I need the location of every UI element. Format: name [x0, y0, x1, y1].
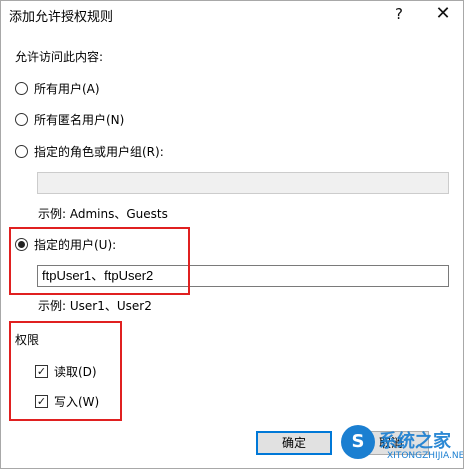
radio-label: 指定的角色或用户组(R):	[34, 145, 164, 159]
radio-circle[interactable]	[15, 238, 28, 251]
permissions-heading: 权限	[15, 333, 40, 347]
radio-label: 指定的用户(U):	[34, 238, 117, 252]
users-input[interactable]: ftpUser1、ftpUser2	[37, 265, 449, 287]
ok-button[interactable]: 确定	[256, 431, 332, 455]
help-icon: ?	[395, 5, 403, 23]
watermark-text: 系统之家	[379, 431, 451, 452]
watermark: S 系统之家 XITONGZHIJIA.NET	[341, 421, 463, 467]
dialog-window: 添加允许授权规则 ? ✕ 允许访问此内容: 所有用户(A) 所有匿名用户(N) …	[0, 0, 464, 469]
radio-label: 所有用户(A)	[34, 82, 100, 96]
roles-input[interactable]	[37, 172, 449, 194]
checkbox-box[interactable]: ✓	[35, 395, 48, 408]
radio-circle[interactable]	[15, 113, 28, 126]
checkbox-label: 写入(W)	[54, 395, 100, 409]
close-icon: ✕	[435, 3, 451, 24]
watermark-url: XITONGZHIJIA.NET	[387, 451, 464, 461]
dialog-title: 添加允许授权规则	[9, 10, 114, 25]
users-example-text: 示例: User1、User2	[38, 299, 152, 313]
radio-label: 所有匿名用户(N)	[34, 113, 125, 127]
close-button[interactable]: ✕	[423, 1, 463, 29]
radio-circle[interactable]	[15, 145, 28, 158]
radio-circle[interactable]	[15, 82, 28, 95]
roles-example-text: 示例: Admins、Guests	[38, 207, 168, 221]
title-bar: 添加允许授权规则 ? ✕	[1, 1, 463, 29]
watermark-logo-icon: S	[341, 425, 375, 459]
allow-access-heading: 允许访问此内容:	[15, 50, 104, 64]
help-button[interactable]: ?	[379, 1, 419, 29]
checkbox-label: 读取(D)	[54, 365, 97, 379]
checkbox-box[interactable]: ✓	[35, 365, 48, 378]
